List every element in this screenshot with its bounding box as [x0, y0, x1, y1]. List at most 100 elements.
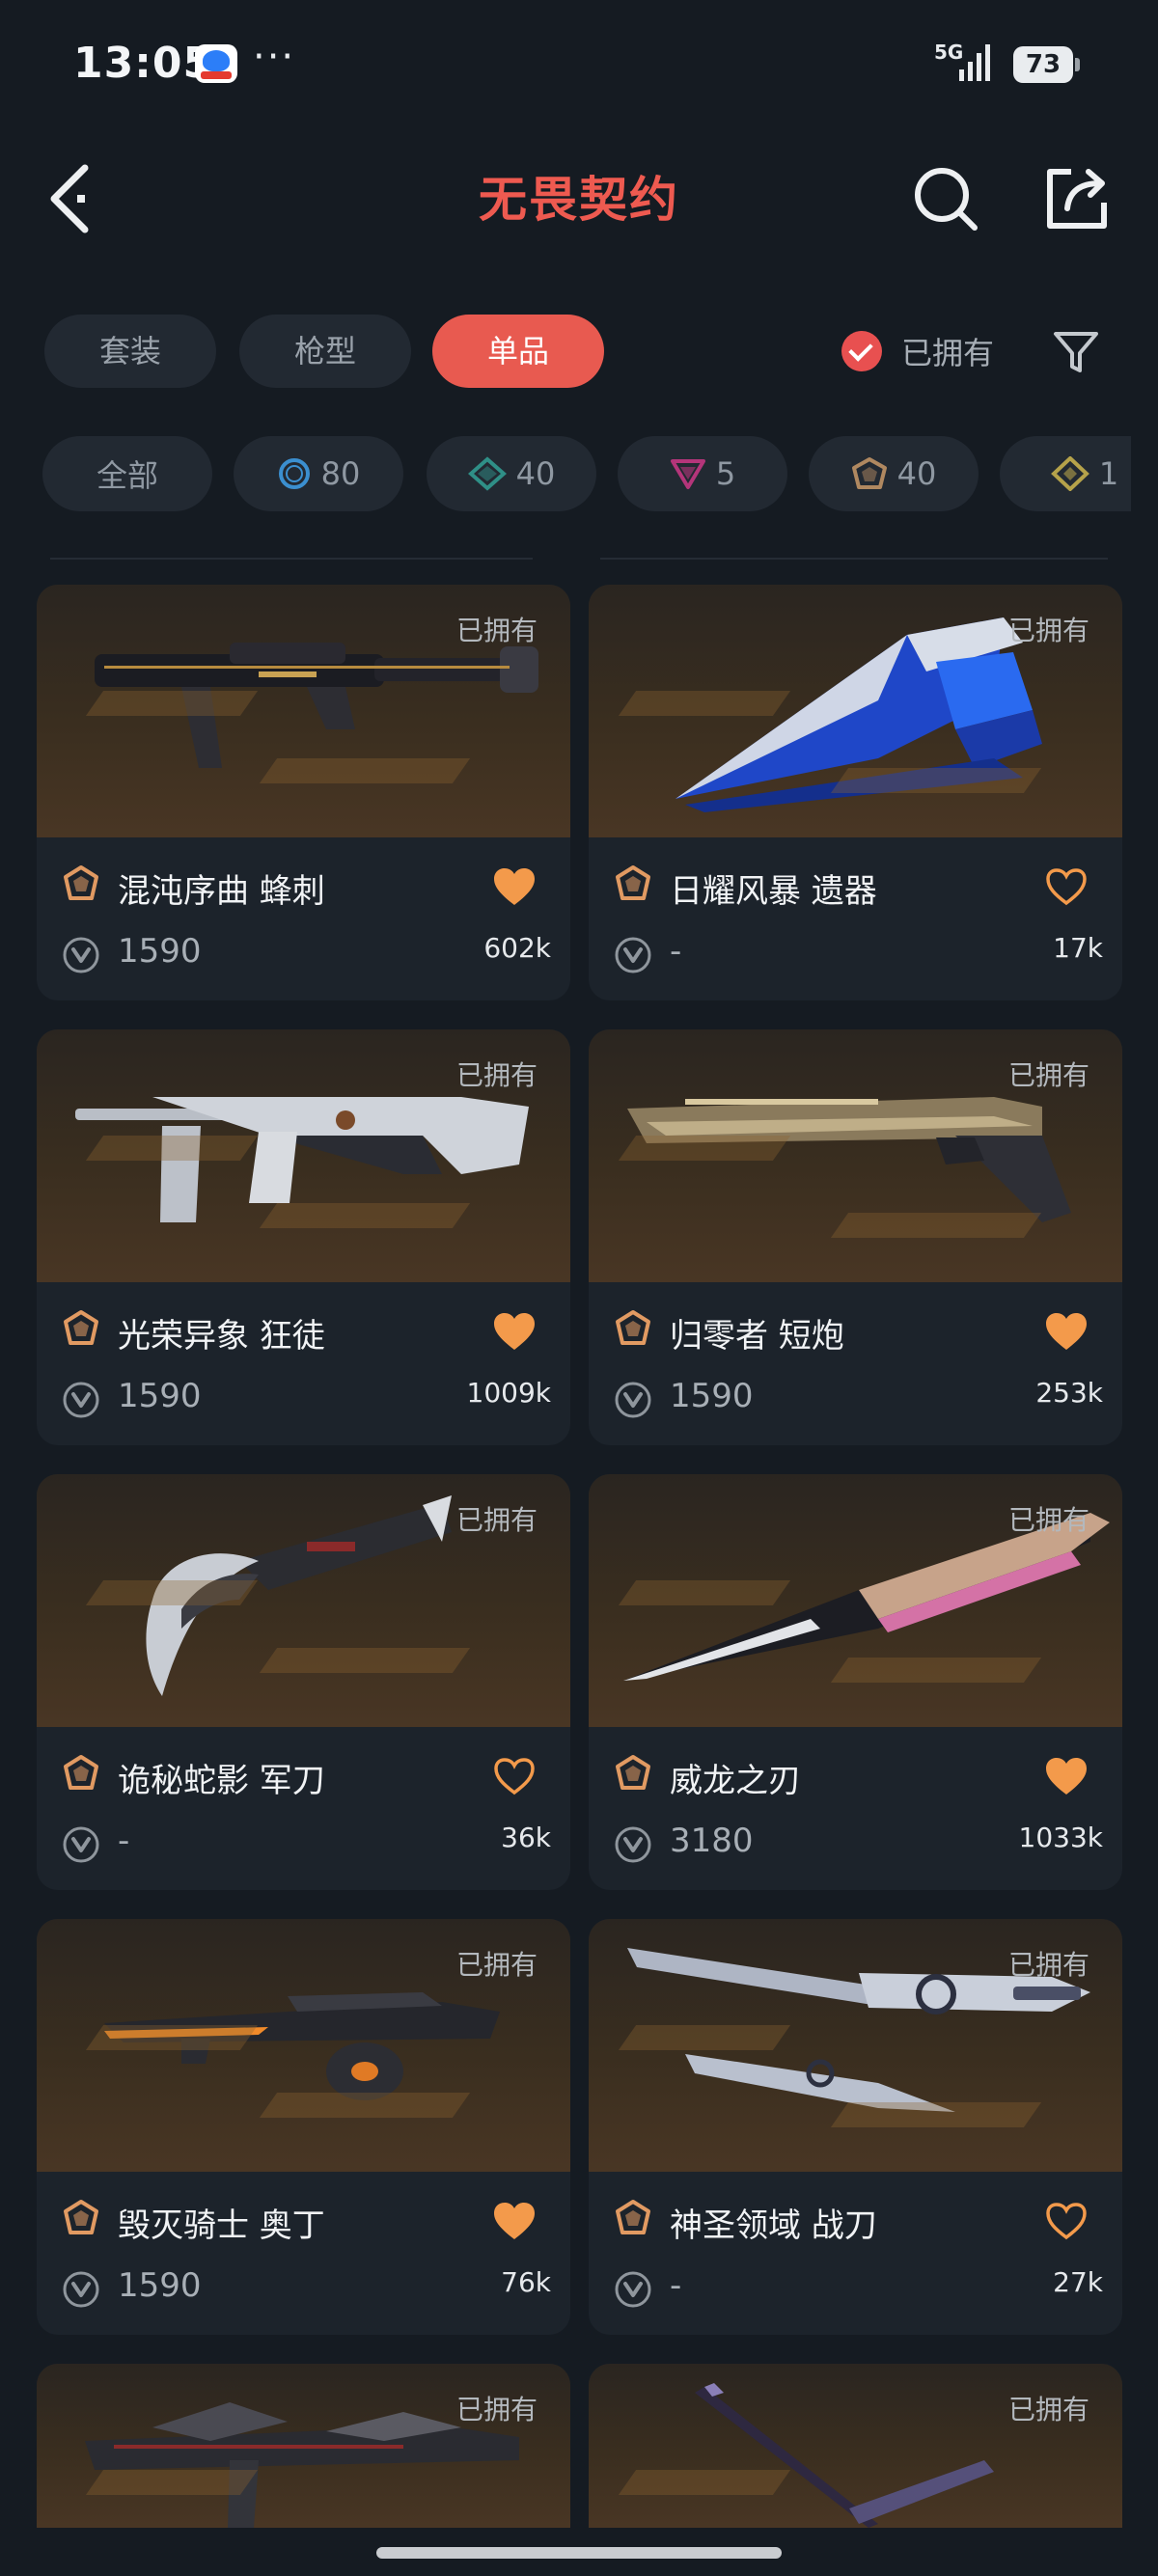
- status-time: 13:05: [73, 39, 214, 88]
- tab-suits[interactable]: 套装: [44, 315, 216, 388]
- select-tier-icon: [278, 458, 310, 489]
- checkbox-checked-icon[interactable]: [841, 331, 882, 371]
- chip-premium-tier[interactable]: 5: [618, 436, 787, 511]
- skin-price: -: [670, 2266, 682, 2305]
- heart-outline-icon[interactable]: [1044, 2201, 1089, 2241]
- more-notifications-icon: ···: [253, 35, 296, 79]
- owned-badge: 已拥有: [455, 1949, 538, 1981]
- owned-filter-toggle[interactable]: 已拥有: [841, 326, 994, 376]
- skin-card[interactable]: 已拥有 神圣领域 战刀 - 27k: [589, 1919, 1122, 2335]
- skin-name: 威龙之刃: [670, 1762, 801, 1800]
- skin-card[interactable]: 已拥有 归零者 短炮 1590 253k: [589, 1029, 1122, 1445]
- chip-deluxe-tier[interactable]: 40: [427, 436, 596, 511]
- like-count: 36k: [501, 1822, 551, 1853]
- skin-card[interactable]: 已拥有 毁灭骑士 奥丁 1590 76k: [37, 1919, 570, 2335]
- exclusive-tier-icon: [64, 1755, 98, 1790]
- like-count: 1033k: [1018, 1822, 1103, 1853]
- tab-single-items[interactable]: 单品: [432, 315, 604, 388]
- skin-name: 混沌序曲 蜂刺: [118, 872, 325, 911]
- rarity-filter-bar: 全部 80 40 5 40 1: [0, 425, 1131, 521]
- owned-badge: 已拥有: [1007, 1504, 1089, 1536]
- skin-card[interactable]: 已拥有 威龙之刃 3180 1033k: [589, 1474, 1122, 1890]
- heart-filled-icon[interactable]: [1044, 1311, 1089, 1352]
- heart-filled-icon[interactable]: [492, 866, 537, 907]
- skin-price: 3180: [670, 1822, 754, 1860]
- chip-select-count: 80: [320, 455, 361, 492]
- like-count: 602k: [483, 932, 551, 964]
- skin-price: -: [118, 1822, 130, 1860]
- exclusive-tier-icon: [851, 457, 887, 489]
- share-button[interactable]: [1042, 164, 1112, 233]
- skin-price: 1590: [670, 1377, 754, 1415]
- exclusive-tier-icon: [64, 2200, 98, 2234]
- chip-premium-count: 5: [715, 455, 736, 492]
- chip-exclusive-count: 40: [896, 455, 937, 492]
- chip-all-label: 全部: [96, 457, 158, 494]
- app-logo: 无畏契约: [479, 172, 679, 228]
- chip-all[interactable]: 全部: [42, 436, 212, 511]
- exclusive-tier-icon: [64, 1310, 98, 1345]
- owned-badge: 已拥有: [455, 1059, 538, 1091]
- owned-badge: 已拥有: [1007, 1949, 1089, 1981]
- heart-filled-icon[interactable]: [492, 2201, 537, 2241]
- owned-badge: 已拥有: [1007, 1059, 1089, 1091]
- skin-card[interactable]: 已拥有: [589, 2364, 1122, 2528]
- skin-name: 毁灭骑士 奥丁: [118, 2206, 325, 2245]
- skin-price: 1590: [118, 932, 202, 971]
- chip-exclusive-tier[interactable]: 40: [809, 436, 979, 511]
- filter-icon[interactable]: [1052, 328, 1100, 376]
- exclusive-tier-icon: [616, 865, 650, 900]
- skin-price: -: [670, 932, 682, 971]
- vp-currency-icon: [63, 937, 99, 973]
- owned-badge: 已拥有: [455, 2394, 538, 2425]
- skin-name: 归零者 短炮: [670, 1317, 844, 1356]
- home-indicator[interactable]: [376, 2547, 782, 2559]
- premium-tier-icon: [670, 459, 705, 489]
- heart-outline-icon[interactable]: [1044, 866, 1089, 907]
- skin-price: 1590: [118, 2266, 202, 2305]
- like-count: 76k: [501, 2266, 551, 2298]
- exclusive-tier-icon: [616, 2200, 650, 2234]
- owned-badge: 已拥有: [455, 1504, 538, 1536]
- skin-card[interactable]: 已拥有 混沌序曲 蜂刺 1590 602k: [37, 585, 570, 1000]
- vp-currency-icon: [615, 1382, 651, 1418]
- exclusive-tier-icon: [616, 1310, 650, 1345]
- battery-icon: 73: [1013, 46, 1080, 83]
- heart-filled-icon[interactable]: [492, 1311, 537, 1352]
- owned-filter-label: 已拥有: [901, 335, 995, 371]
- back-button[interactable]: [44, 162, 102, 235]
- skin-card[interactable]: 已拥有 光荣异象 狂徒 1590 1009k: [37, 1029, 570, 1445]
- skin-card[interactable]: 已拥有 日耀风暴 遗器 - 17k: [589, 585, 1122, 1000]
- like-count: 1009k: [466, 1377, 551, 1409]
- owned-badge: 已拥有: [455, 615, 538, 646]
- vp-currency-icon: [615, 1826, 651, 1863]
- owned-badge: 已拥有: [1007, 615, 1089, 646]
- chip-ultra-tier[interactable]: 1: [1000, 436, 1131, 511]
- vp-currency-icon: [63, 2271, 99, 2308]
- status-bar: 13:05 ··· 5G 73: [0, 0, 1158, 125]
- owned-badge: 已拥有: [1007, 2394, 1089, 2425]
- deluxe-tier-icon: [467, 456, 507, 491]
- app-title: 无畏契约: [479, 172, 679, 228]
- like-count: 27k: [1053, 2266, 1103, 2298]
- skin-card[interactable]: 已拥有: [37, 2364, 570, 2528]
- tab-gun-types[interactable]: 枪型: [239, 315, 411, 388]
- vp-currency-icon: [63, 1826, 99, 1863]
- skin-name: 光荣异象 狂徒: [118, 1317, 325, 1356]
- skin-name: 诡秘蛇影 军刀: [118, 1762, 325, 1800]
- skin-name: 日耀风暴 遗器: [670, 872, 877, 911]
- vp-currency-icon: [615, 2271, 651, 2308]
- ultra-tier-icon: [1050, 456, 1089, 491]
- vp-currency-icon: [63, 1382, 99, 1418]
- skin-name: 神圣领域 战刀: [670, 2206, 877, 2245]
- chip-select-tier[interactable]: 80: [234, 436, 403, 511]
- heart-filled-icon[interactable]: [1044, 1756, 1089, 1796]
- search-button[interactable]: [911, 164, 980, 233]
- skin-price: 1590: [118, 1377, 202, 1415]
- like-count: 17k: [1053, 932, 1103, 964]
- skin-card[interactable]: 已拥有 诡秘蛇影 军刀 - 36k: [37, 1474, 570, 1890]
- app-notification-icon: [195, 44, 237, 83]
- divider-right: [600, 558, 1108, 560]
- divider-left: [50, 558, 533, 560]
- heart-outline-icon[interactable]: [492, 1756, 537, 1796]
